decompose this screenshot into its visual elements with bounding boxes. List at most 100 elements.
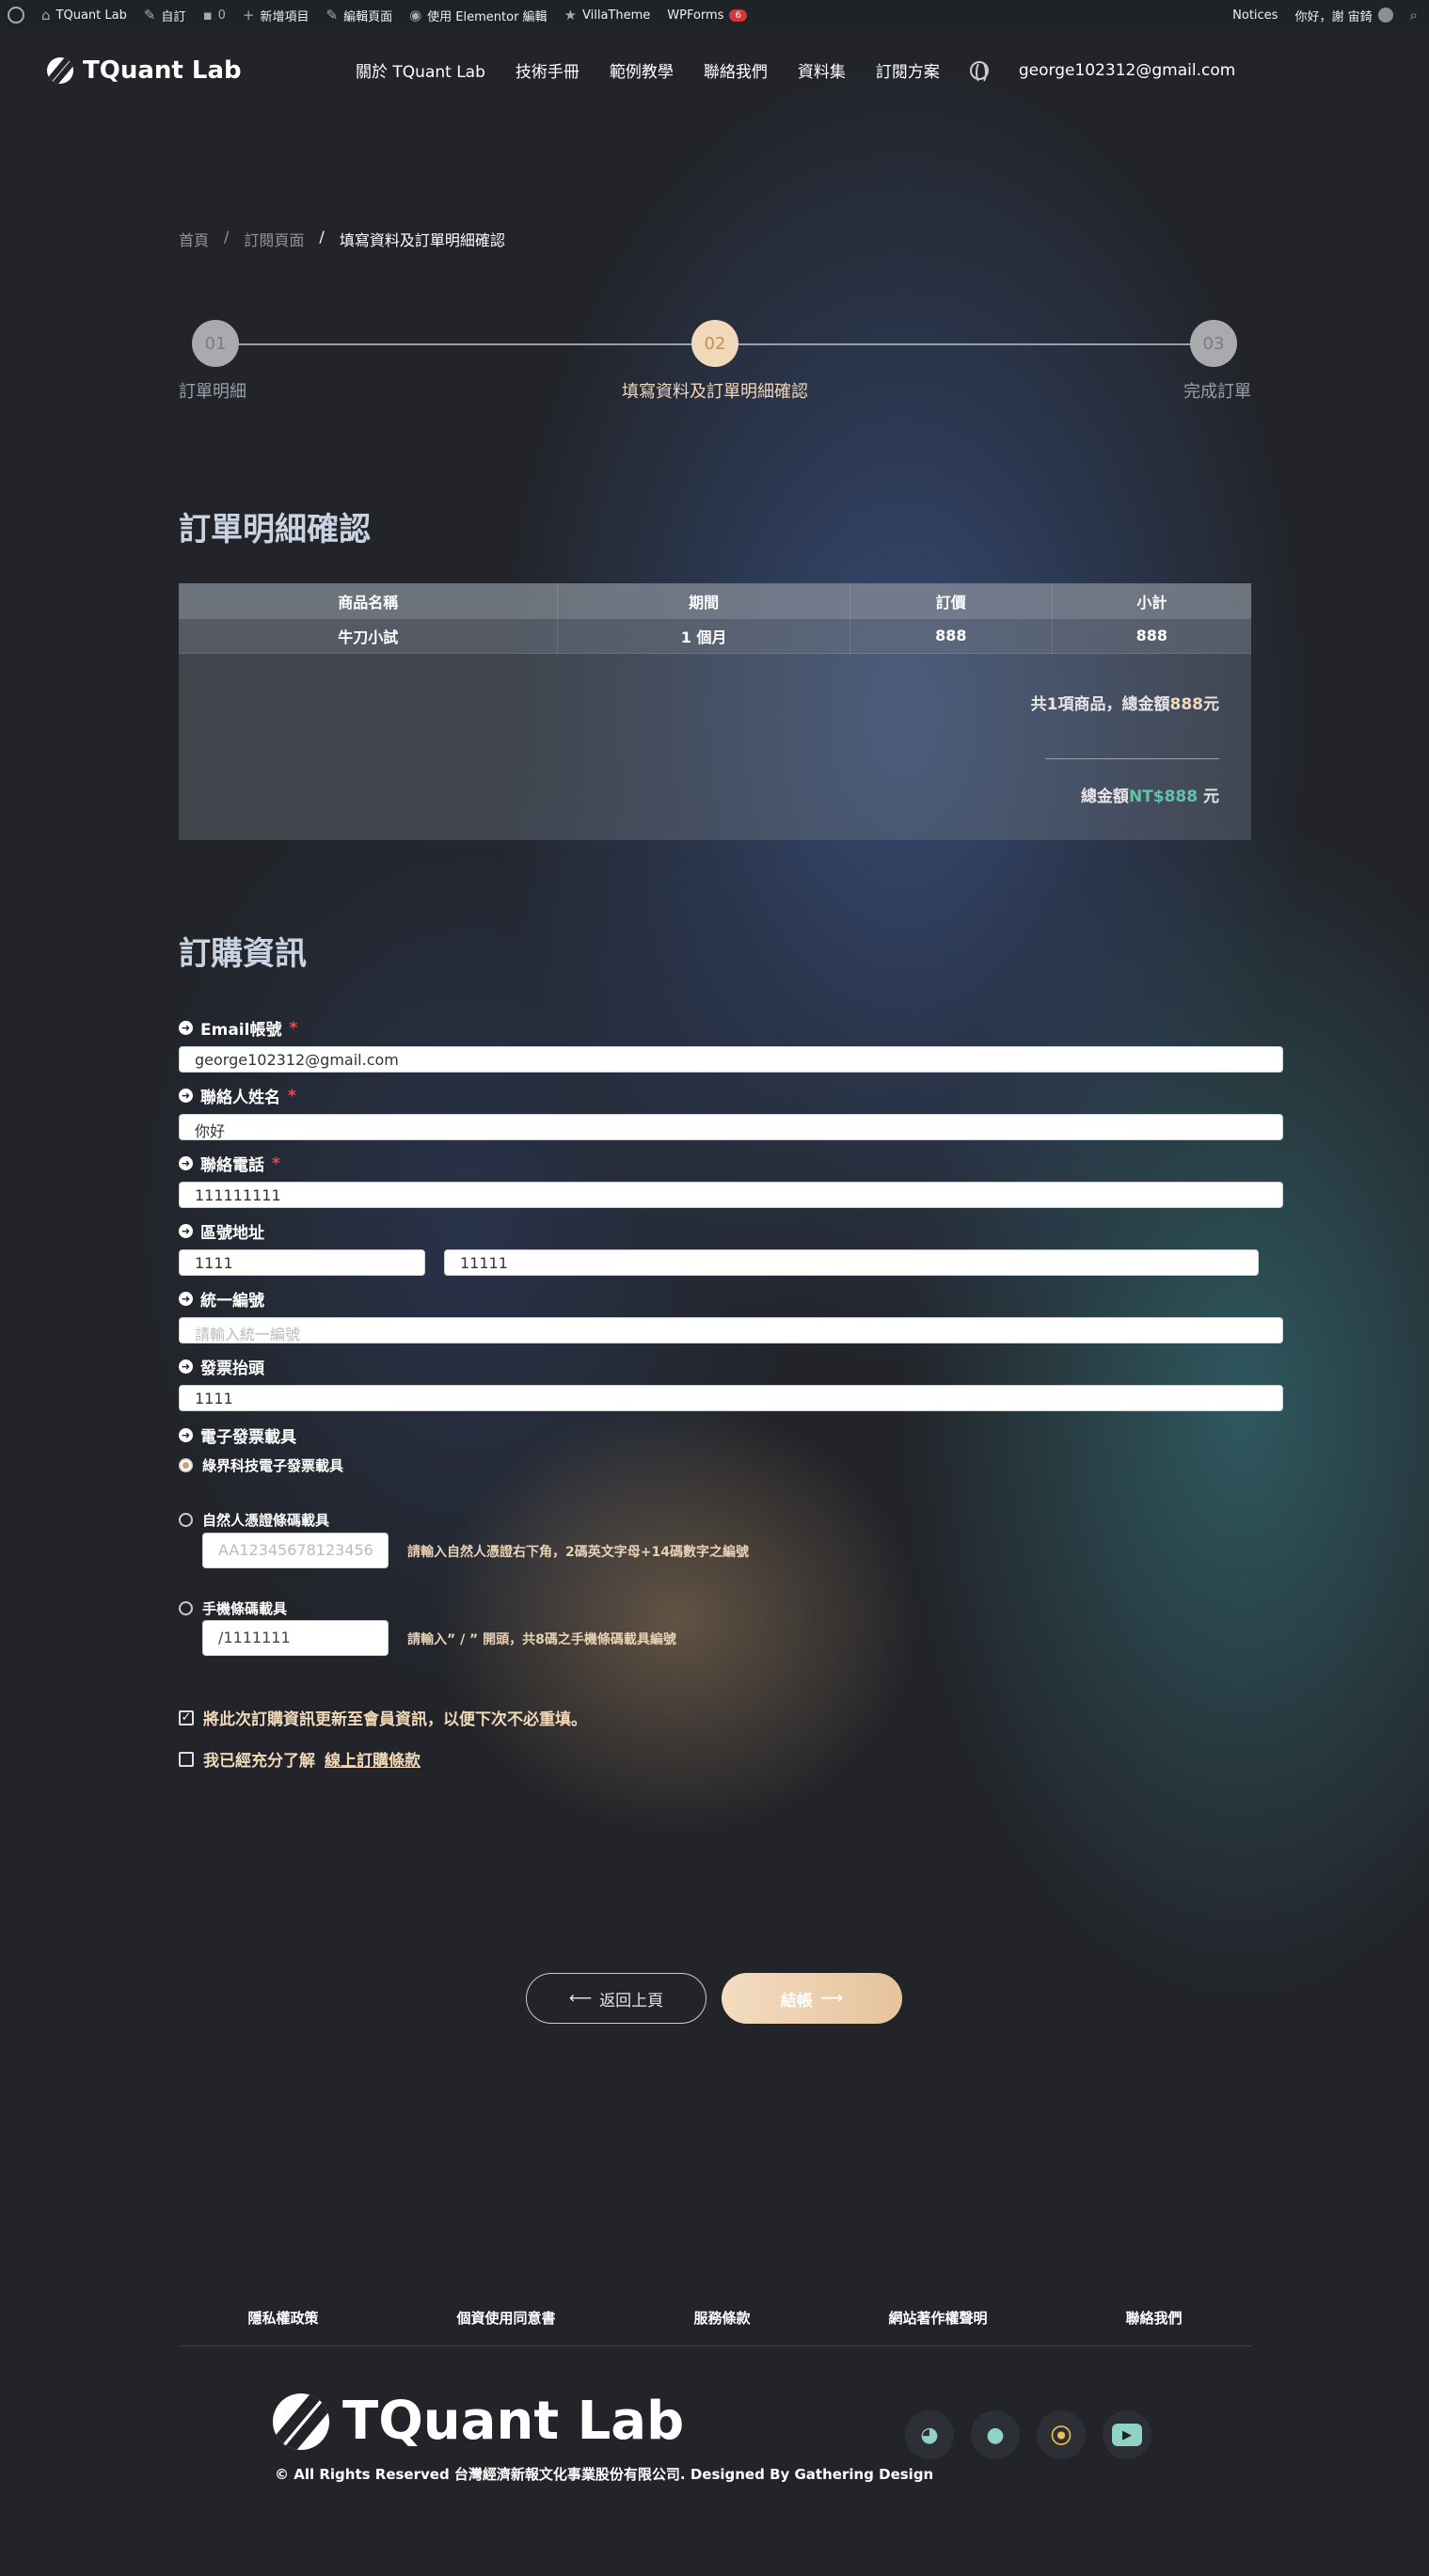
summary-amount: 888: [1169, 695, 1204, 714]
citizen-code-field[interactable]: AA12345678123456: [202, 1533, 389, 1568]
villatheme-item[interactable]: ★ VillaTheme: [564, 7, 651, 24]
globe-icon[interactable]: [969, 60, 989, 84]
zip-field[interactable]: 1111: [179, 1249, 425, 1276]
col-product: 商品名稱: [179, 583, 559, 619]
col-subtotal: 小計: [1052, 583, 1251, 619]
footer-divider: [179, 2345, 1251, 2346]
youtube-icon[interactable]: ▶: [1103, 2410, 1151, 2459]
footer-terms[interactable]: 服務條款: [693, 2308, 750, 2328]
cell-product: 牛刀小試: [179, 619, 559, 654]
breadcrumb-home[interactable]: 首頁: [179, 228, 209, 250]
invoice-title-field[interactable]: 1111: [179, 1385, 1283, 1411]
tquant-logo-icon: [273, 2393, 329, 2450]
pencil-icon: ✎: [325, 7, 339, 24]
nav-about[interactable]: 關於 TQuant Lab: [356, 58, 485, 82]
tax-id-field[interactable]: 請輸入統一編號: [179, 1317, 1283, 1344]
comments-item[interactable]: ▪ 0: [202, 7, 225, 24]
user-email[interactable]: george102312@gmail.com: [1019, 61, 1235, 80]
github-icon[interactable]: ●: [971, 2410, 1020, 2459]
nav-contact[interactable]: 聯絡我們: [704, 58, 768, 82]
brush-icon: ✎: [143, 7, 156, 24]
step-2: 02 填寫資料及訂單明細確認: [618, 320, 812, 403]
radio-citizen[interactable]: [179, 1513, 193, 1527]
email-label: ➜ Email帳號 *: [179, 1016, 297, 1040]
nav-plans[interactable]: 訂閱方案: [876, 58, 940, 82]
tquant-logo-icon: [47, 57, 73, 84]
carrier-option-mobile[interactable]: 手機條碼載具: [179, 1598, 287, 1618]
footer-contact[interactable]: 聯絡我們: [1125, 2308, 1182, 2328]
avatar: [1377, 8, 1393, 23]
radio-ecpay[interactable]: [179, 1458, 193, 1472]
nav-datasets[interactable]: 資料集: [798, 58, 846, 82]
col-price: 訂價: [849, 583, 1053, 619]
step-2-label: 填寫資料及訂單明細確認: [622, 382, 808, 402]
star-icon: ★: [564, 7, 578, 24]
wordpress-logo-item[interactable]: [8, 7, 24, 24]
wpforms-item[interactable]: WPForms 6: [667, 8, 747, 23]
breadcrumb-subscription[interactable]: 訂閱頁面: [244, 228, 304, 250]
discord-icon[interactable]: ◕: [905, 2410, 954, 2459]
elementor-icon: ◉: [409, 7, 422, 24]
admin-bar: ⌂ TQuant Lab ✎ 自訂 ▪ 0 + 新增項目 ✎ 編輯頁面 ◉ 使用 Eleme…: [0, 0, 1429, 30]
terms-link[interactable]: 線上訂購條款: [325, 1747, 421, 1771]
carrier-option-ecpay[interactable]: 綠界科技電子發票載具: [179, 1455, 343, 1475]
back-button[interactable]: ⟵ 返回上頁: [526, 1973, 707, 2024]
name-field[interactable]: 你好: [179, 1114, 1283, 1140]
tqlab-icon[interactable]: ⦿: [1037, 2410, 1086, 2459]
new-item[interactable]: + 新增項目: [243, 7, 310, 24]
admin-search-item[interactable]: ⌕: [1410, 7, 1418, 24]
site-name-item[interactable]: ⌂ TQuant Lab: [41, 7, 127, 24]
mobile-barcode-hint: 請輸入” / ” 開頭，共8碼之手機條碼載具編號: [407, 1632, 676, 1647]
footer-privacy[interactable]: 隱私權政策: [247, 2308, 318, 2328]
arrow-right-icon: ➜: [179, 1156, 193, 1170]
mobile-barcode-field[interactable]: /1111111: [202, 1620, 389, 1656]
citizen-code-hint: 請輸入自然人憑證右下角，2碼英文字母+14碼數字之編號: [407, 1545, 749, 1560]
copyright-text: © All Rights Reserved 台灣經濟新報文化事業股份有限公司. …: [275, 2466, 934, 2483]
cell-price: 888: [849, 619, 1053, 654]
invoice-title-label: ➜ 發票抬頭: [179, 1355, 264, 1378]
breadcrumb-separator: /: [224, 228, 230, 246]
social-links: ◕ ● ⦿ ▶: [905, 2410, 1151, 2459]
phone-label: ➜ 聯絡電話 *: [179, 1152, 280, 1175]
step-1-number: 01: [192, 320, 239, 367]
step-3: 03 完成訂單: [1176, 320, 1251, 403]
notices-item[interactable]: Notices: [1232, 8, 1278, 23]
nav-manual[interactable]: 技術手冊: [516, 58, 580, 82]
order-table-box: 商品名稱 期間 訂價 小計 牛刀小試 1 個月 888 888 共1項商品，總金…: [179, 583, 1251, 840]
site-logo[interactable]: TQuant Lab: [47, 56, 242, 85]
carrier-option-citizen[interactable]: 自然人憑證條碼載具: [179, 1510, 329, 1530]
update-member-option[interactable]: ✓ 將此次訂購資訊更新至會員資訊，以便下次不必重填。: [179, 1706, 587, 1729]
carrier-label: ➜ 電子發票載具: [179, 1423, 296, 1447]
arrow-right-icon: ➜: [179, 1224, 193, 1238]
agree-terms-checkbox[interactable]: [179, 1751, 194, 1767]
step-1: 01 訂單明細: [179, 320, 246, 403]
agree-terms-option[interactable]: 我已經充分了解 線上訂購條款: [179, 1747, 421, 1771]
col-period: 期間: [557, 583, 850, 619]
order-table: 商品名稱 期間 訂價 小計 牛刀小試 1 個月 888 888: [179, 583, 1251, 654]
radio-mobile[interactable]: [179, 1601, 193, 1615]
total-amount: NT$888: [1128, 787, 1199, 806]
name-label: ➜ 聯絡人姓名 *: [179, 1084, 296, 1107]
table-row: 牛刀小試 1 個月 888 888: [179, 619, 1251, 654]
edit-page-item[interactable]: ✎ 編輯頁面: [325, 7, 392, 24]
order-total: 總金額NT$888 元: [1080, 787, 1219, 806]
breadcrumb-separator: /: [319, 228, 325, 246]
address-field[interactable]: 11111: [444, 1249, 1259, 1276]
tax-id-label: ➜ 統一編號: [179, 1287, 264, 1311]
checkout-button[interactable]: 結帳 ⟶: [722, 1973, 902, 2024]
account-item[interactable]: 你好，謝 宙錡: [1294, 7, 1393, 24]
elementor-edit-item[interactable]: ◉ 使用 Elementor 編輯: [409, 7, 547, 24]
footer-copyright-statement[interactable]: 網站著作權聲明: [888, 2308, 987, 2328]
customize-item[interactable]: ✎ 自訂: [144, 7, 186, 24]
footer-logo[interactable]: TQuant Lab: [273, 2391, 684, 2452]
footer-personal-data[interactable]: 個資使用同意書: [456, 2308, 555, 2328]
arrow-right-icon: ➜: [179, 1360, 193, 1374]
update-member-checkbox[interactable]: ✓: [179, 1709, 194, 1725]
search-icon: ⌕: [1409, 7, 1418, 24]
phone-field[interactable]: 111111111: [179, 1182, 1283, 1208]
site-footer: 隱私權政策 個資使用同意書 服務條款 網站著作權聲明 聯絡我們 TQuant L…: [0, 2206, 1429, 2576]
main-nav: 關於 TQuant Lab 技術手冊 範例教學 聯絡我們 資料集 訂閱方案 ge…: [356, 58, 1235, 84]
email-field[interactable]: george102312@gmail.com: [179, 1046, 1283, 1073]
arrow-right-icon: ⟶: [819, 1989, 844, 2008]
nav-tutorials[interactable]: 範例教學: [610, 58, 674, 82]
